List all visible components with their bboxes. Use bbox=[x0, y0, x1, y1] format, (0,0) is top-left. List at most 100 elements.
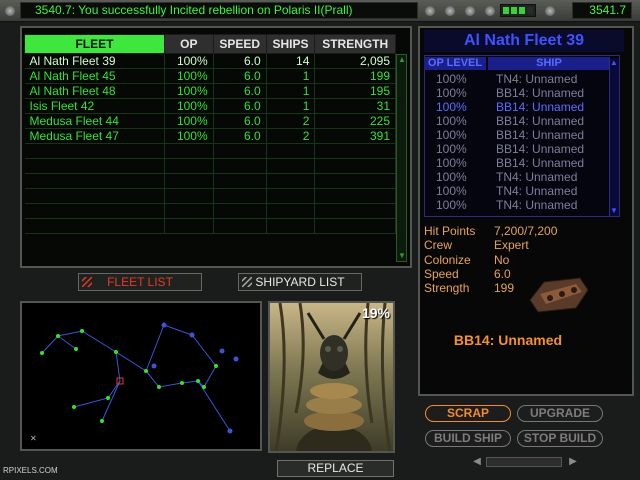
star-map-icon: ✕ bbox=[30, 322, 239, 443]
empty-cell bbox=[266, 158, 316, 174]
fleet-cell-op: 100% bbox=[164, 128, 214, 144]
build-ship-button[interactable]: BUILD SHIP bbox=[425, 430, 511, 447]
ship-row[interactable]: 100% BB14: Unnamed bbox=[426, 142, 610, 156]
column-strength[interactable]: STRENGTH bbox=[314, 34, 396, 54]
column-speed[interactable]: SPEED bbox=[212, 34, 267, 54]
scroll-up-icon[interactable]: ▲ bbox=[398, 56, 406, 64]
fleet-cell-op: 100% bbox=[164, 53, 214, 69]
table-row[interactable]: Al Nath Fleet 48 100% 6.0 1 195 bbox=[24, 83, 396, 99]
speed-value: 6.0 bbox=[494, 266, 511, 281]
tab-fleet-list[interactable]: FLEET LIST bbox=[78, 273, 202, 291]
message-log[interactable]: 3540.7: You successfully Incited rebelli… bbox=[20, 2, 418, 19]
fleet-cell-ships: 1 bbox=[266, 68, 316, 84]
fleet-cell-strength: 391 bbox=[314, 128, 396, 144]
fleet-cell-strength: 225 bbox=[314, 113, 396, 129]
column-ship[interactable]: SHIP bbox=[488, 57, 610, 70]
ship-list-scrollbar[interactable]: ▲ ▼ bbox=[609, 58, 619, 216]
column-op[interactable]: OP bbox=[163, 34, 214, 54]
empty-cell bbox=[24, 188, 165, 204]
galaxy-map[interactable]: ✕ bbox=[20, 301, 262, 451]
column-op-level[interactable]: OP LEVEL bbox=[424, 57, 486, 70]
ship-op-level: 100% bbox=[436, 86, 467, 100]
fleet-cell-strength: 2,095 bbox=[314, 53, 396, 69]
empty-cell bbox=[266, 218, 316, 234]
stat-label: Crew bbox=[424, 238, 453, 253]
scroll-down-icon[interactable]: ▼ bbox=[398, 252, 406, 260]
strength-value: 199 bbox=[494, 281, 515, 296]
empty-cell bbox=[314, 158, 396, 174]
ship-row[interactable]: 100% TN4: Unnamed bbox=[426, 184, 610, 198]
arrow-right-icon[interactable]: ▶ bbox=[566, 455, 580, 469]
replace-button[interactable]: REPLACE bbox=[277, 460, 394, 477]
empty-cell bbox=[266, 188, 316, 204]
empty-cell bbox=[24, 218, 165, 234]
column-fleet[interactable]: FLEET bbox=[24, 34, 165, 54]
fleet-scrollbar[interactable]: ▲ ▼ bbox=[396, 54, 407, 262]
rivet-icon bbox=[545, 6, 555, 16]
replace-label: REPLACE bbox=[307, 461, 364, 475]
scrap-button[interactable]: SCRAP bbox=[425, 405, 511, 422]
ship-op-level: 100% bbox=[436, 100, 467, 114]
ship-row[interactable]: 100% BB14: Unnamed bbox=[426, 114, 610, 128]
empty-row bbox=[24, 218, 396, 234]
table-row[interactable]: Medusa Fleet 44 100% 6.0 2 225 bbox=[24, 113, 396, 129]
ship-op-level: 100% bbox=[436, 72, 467, 86]
stop-build-button[interactable]: STOP BUILD bbox=[517, 430, 603, 447]
fleet-cell-op: 100% bbox=[164, 68, 214, 84]
empty-cell bbox=[213, 218, 267, 234]
table-row[interactable]: Medusa Fleet 47 100% 6.0 2 391 bbox=[24, 128, 396, 144]
table-row[interactable]: Isis Fleet 42 100% 6.0 1 31 bbox=[24, 98, 396, 114]
fleet-cell-speed: 6.0 bbox=[213, 98, 267, 114]
diagonal-stripes-icon bbox=[242, 277, 252, 287]
watermark: RPIXELS.COM bbox=[3, 466, 58, 475]
ship-row[interactable]: 100% BB14: Unnamed bbox=[426, 86, 610, 100]
ship-row[interactable]: 100% BB14: Unnamed bbox=[426, 100, 610, 114]
fleet-cell-name: Medusa Fleet 47 bbox=[24, 128, 165, 144]
fleet-cell-speed: 6.0 bbox=[213, 128, 267, 144]
empty-cell bbox=[24, 143, 165, 159]
ship-row[interactable]: 100% BB14: Unnamed bbox=[426, 128, 610, 142]
table-row[interactable]: Al Nath Fleet 45 100% 6.0 1 199 bbox=[24, 68, 396, 84]
fleet-cell-op: 100% bbox=[164, 113, 214, 129]
scroll-down-icon[interactable]: ▼ bbox=[610, 207, 618, 215]
ship-op-level: 100% bbox=[436, 184, 467, 198]
colonize-value: No bbox=[494, 252, 510, 267]
empty-cell bbox=[314, 173, 396, 189]
fleet-cell-op: 100% bbox=[164, 83, 214, 99]
ship-name: TN4: Unnamed bbox=[496, 198, 578, 212]
ship-row[interactable]: 100% TN4: Unnamed bbox=[426, 198, 610, 212]
empty-cell bbox=[164, 173, 214, 189]
svg-text:✕: ✕ bbox=[30, 434, 37, 443]
fleet-cell-name: Medusa Fleet 44 bbox=[24, 113, 165, 129]
ship-name: TN4: Unnamed bbox=[496, 184, 578, 198]
fleet-cell-speed: 6.0 bbox=[213, 83, 267, 99]
portrait-percent: 19% bbox=[361, 305, 390, 321]
ship-name: TN4: Unnamed bbox=[496, 170, 578, 184]
tab-shipyard-list-label: SHIPYARD LIST bbox=[255, 275, 345, 289]
ship-name: BB14: Unnamed bbox=[496, 86, 585, 100]
scroll-up-icon[interactable]: ▲ bbox=[610, 59, 618, 67]
ship-row[interactable]: 100% TN4: Unnamed bbox=[426, 72, 610, 86]
table-row[interactable]: Al Nath Fleet 39 100% 6.0 14 2,095 bbox=[24, 53, 396, 69]
fleet-table-header: FLEET OP SPEED SHIPS STRENGTH bbox=[24, 34, 396, 54]
tab-shipyard-list[interactable]: SHIPYARD LIST bbox=[238, 273, 362, 291]
empty-cell bbox=[213, 188, 267, 204]
empty-cell bbox=[314, 203, 396, 219]
empty-cell bbox=[164, 188, 214, 204]
fleet-cell-ships: 2 bbox=[266, 113, 316, 129]
nav-track[interactable] bbox=[486, 457, 562, 467]
empty-row bbox=[24, 158, 396, 174]
diagonal-stripes-icon bbox=[82, 277, 92, 287]
empty-cell bbox=[164, 218, 214, 234]
rivet-icon bbox=[485, 6, 495, 16]
ship-row[interactable]: 100% TN4: Unnamed bbox=[426, 170, 610, 184]
stat-label: Colonize bbox=[424, 252, 471, 267]
empty-row bbox=[24, 173, 396, 189]
ship-row[interactable]: 100% BB14: Unnamed bbox=[426, 156, 610, 170]
fleet-cell-speed: 6.0 bbox=[213, 53, 267, 69]
column-ships[interactable]: SHIPS bbox=[265, 34, 316, 54]
ship-op-level: 100% bbox=[436, 156, 467, 170]
upgrade-button[interactable]: UPGRADE bbox=[517, 405, 603, 422]
ship-rows: 100% TN4: Unnamed 100% BB14: Unnamed 100% BB1… bbox=[426, 72, 610, 212]
arrow-left-icon[interactable]: ◀ bbox=[470, 455, 484, 469]
